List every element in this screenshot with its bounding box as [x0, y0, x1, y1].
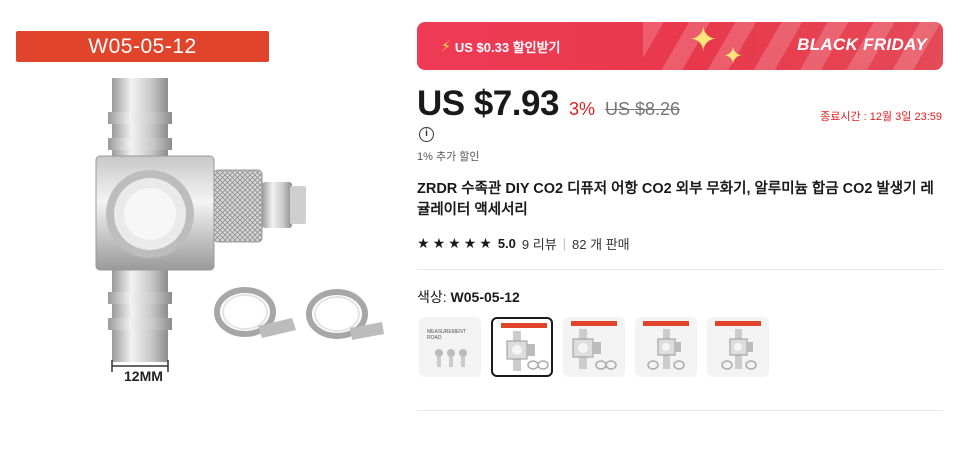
- product-info: ⚡ US $0.33 할인받기 ✦ ✦ BLACK FRIDAY US $7.9…: [417, 0, 947, 458]
- swatch-measurement[interactable]: MEASUREMENT ROAD: [419, 317, 481, 377]
- lightning-icon: ⚡: [441, 38, 451, 54]
- swatch-thumb: [435, 349, 467, 367]
- star-icon: ★: [417, 235, 430, 251]
- swatch-thumb: [572, 329, 617, 370]
- product-image[interactable]: W05-05-12 12MM: [0, 0, 400, 458]
- star-icon: ★: [479, 235, 492, 251]
- sold-count: 82 개 판매: [572, 237, 630, 252]
- star-icon: ★: [432, 235, 446, 251]
- swatch-thumb: [721, 329, 757, 370]
- original-price: US $8.26: [604, 99, 681, 119]
- product-photo: [95, 78, 384, 372]
- separator: |: [562, 236, 567, 251]
- color-label-text: 색상:: [417, 289, 447, 305]
- star-rating: ★ ★ ★ ★ ★: [417, 235, 492, 252]
- swatch-variant-4[interactable]: [635, 317, 697, 377]
- selected-color: W05-05-12: [450, 289, 520, 305]
- sparkle-icon: ✦: [723, 43, 744, 70]
- divider: [417, 269, 943, 270]
- info-icon[interactable]: i: [419, 127, 434, 142]
- rating-row[interactable]: ★ ★ ★ ★ ★ 5.0 9 리뷰 | 82 개 판매: [417, 234, 630, 253]
- extra-discount: 1% 추가 할인: [417, 151, 480, 163]
- coupon-link[interactable]: ⚡ US $0.33 할인받기: [441, 37, 561, 56]
- promo-banner[interactable]: ⚡ US $0.33 할인받기 ✦ ✦ BLACK FRIDAY: [417, 22, 943, 70]
- sparkle-icon: ✦: [689, 22, 718, 59]
- discount-percent: 3%: [568, 99, 595, 119]
- swatch-variant-3[interactable]: [563, 317, 625, 377]
- star-icon: ★: [448, 235, 461, 251]
- color-swatches: MEASUREMENT ROAD: [419, 317, 769, 377]
- swatch-w05-05-12[interactable]: [491, 317, 553, 377]
- dimension-label: 12MM: [124, 368, 163, 384]
- swatch-thumb: [506, 331, 549, 371]
- current-price: US $7.93: [417, 84, 559, 123]
- color-label: 색상: W05-05-12: [417, 287, 520, 307]
- sale-deadline: 종료시간 : 12월 3일 23:59: [820, 111, 942, 123]
- swatch-variant-5[interactable]: [707, 317, 769, 377]
- product-title: ZRDR 수족관 DIY CO2 디퓨저 어항 CO2 외부 무화기, 알루미늄…: [417, 181, 934, 218]
- rating-score: 5.0: [497, 236, 516, 251]
- star-icon: ★: [463, 235, 477, 251]
- coupon-text: US $0.33 할인받기: [454, 40, 561, 55]
- swatch-thumb: [647, 329, 685, 370]
- black-friday-label: BLACK FRIDAY: [797, 35, 927, 54]
- divider: [417, 410, 943, 411]
- price-row: US $7.93 3% US $8.26: [417, 84, 680, 124]
- review-count[interactable]: 9 리뷰: [522, 234, 557, 253]
